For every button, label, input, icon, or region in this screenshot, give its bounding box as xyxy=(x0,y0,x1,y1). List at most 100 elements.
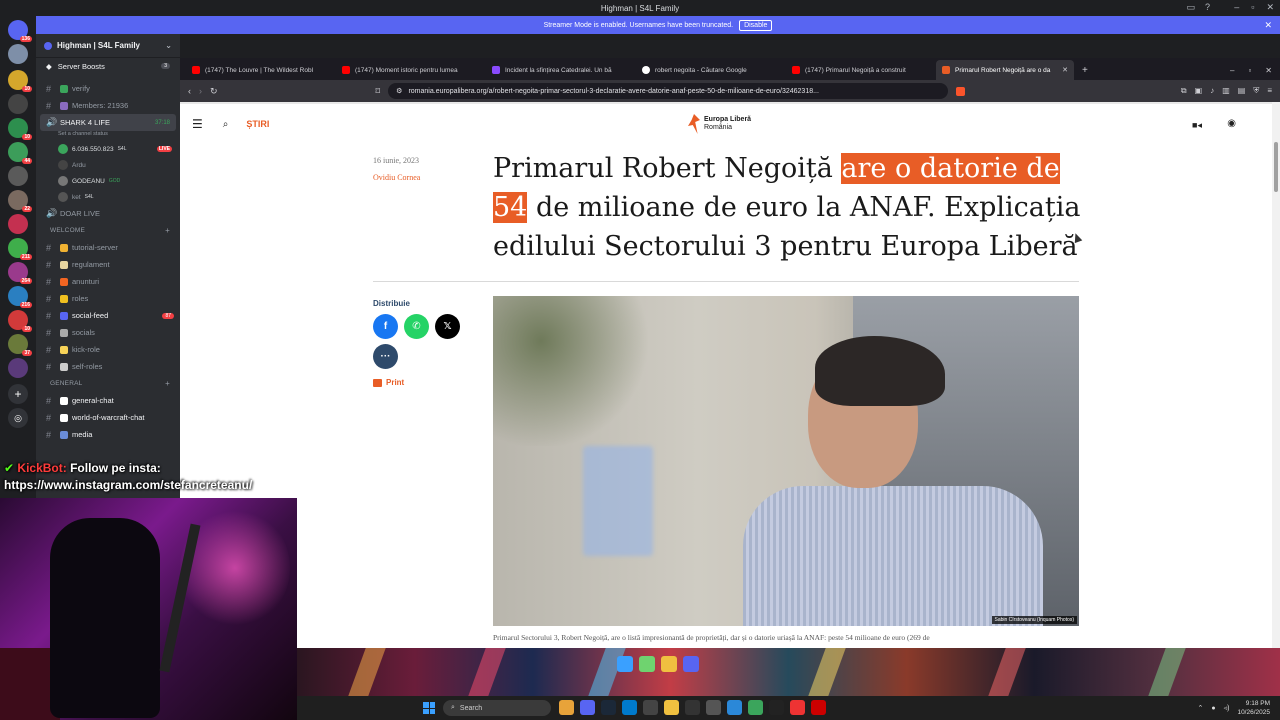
file-explorer-icon[interactable] xyxy=(664,700,679,715)
guild-icon[interactable]: 44 xyxy=(8,142,32,164)
guild-icon[interactable] xyxy=(8,358,28,378)
close-icon[interactable]: ✕ xyxy=(1265,66,1272,75)
channel-roles[interactable]: # roles xyxy=(36,290,180,307)
new-tab-icon[interactable]: + xyxy=(1074,60,1096,80)
site-info-icon[interactable]: ⚙ xyxy=(396,87,402,95)
browser-tab[interactable]: (1747) The Louvre | The Wildest Robl xyxy=(186,60,336,80)
discord-icon[interactable] xyxy=(580,700,595,715)
article-author[interactable]: Ovidiu Cornea xyxy=(373,173,420,182)
clock[interactable]: 9:18 PM 10/26/2025 xyxy=(1237,699,1270,717)
podcast-icon[interactable]: ◉ xyxy=(1227,118,1236,129)
add-server-icon[interactable]: + xyxy=(8,384,28,404)
print-button[interactable]: Print xyxy=(373,378,404,387)
add-channel-icon[interactable]: + xyxy=(165,379,170,388)
guild-icon[interactable] xyxy=(8,94,28,114)
hamburger-menu-icon[interactable]: ☰ xyxy=(192,117,203,131)
xbox-icon[interactable] xyxy=(748,700,763,715)
channel-media[interactable]: # media xyxy=(36,426,180,443)
sidebar-icon[interactable]: ▥ xyxy=(1222,86,1230,96)
voice-user[interactable]: GODEANU GOD xyxy=(36,173,180,189)
music-icon[interactable]: ♪ xyxy=(1210,86,1214,96)
channel-doar-live[interactable]: 🔊 DOAR LIVE xyxy=(36,205,180,222)
browser-tab[interactable]: robert negoita - Căutare Google xyxy=(636,60,786,80)
voice-user[interactable]: 6.036.550.823 S4L LIVE xyxy=(36,141,180,157)
app-icon[interactable] xyxy=(790,700,805,715)
app-icon[interactable] xyxy=(685,700,700,715)
tab-close-icon[interactable]: ✕ xyxy=(1062,66,1068,74)
browser-tab[interactable]: (1747) Primarul Negoiță a construit xyxy=(786,60,936,80)
guild-icon[interactable]: 216 xyxy=(8,286,32,308)
bookmark-icon[interactable]: ⌑ xyxy=(376,86,381,97)
steam-icon[interactable] xyxy=(601,700,616,715)
forward-icon[interactable]: › xyxy=(199,86,202,96)
guild-icon[interactable] xyxy=(8,166,28,186)
taskbar-search[interactable]: ⌕ Search xyxy=(443,700,551,716)
server-boosts[interactable]: ◆ Server Boosts 3 xyxy=(36,58,180,74)
inbox-icon[interactable]: ▭ xyxy=(1186,2,1195,13)
minimize-icon[interactable]: – xyxy=(1230,66,1234,75)
channel-social-feed[interactable]: # social-feed 87 xyxy=(36,307,180,324)
facebook-share-icon[interactable]: f xyxy=(373,314,398,339)
guild-icon[interactable]: 37 xyxy=(8,334,32,356)
mic-icon[interactable]: ● xyxy=(1211,705,1215,712)
app-icon[interactable] xyxy=(811,700,826,715)
disable-streamer-mode-button[interactable]: Disable xyxy=(739,19,773,31)
browser-tab[interactable]: Incident la sfințirea Catedralei. Un bă xyxy=(486,60,636,80)
menu-icon[interactable]: ≡ xyxy=(1267,86,1272,96)
guild-icon[interactable]: 10 xyxy=(8,118,32,140)
maximize-icon[interactable]: ▫ xyxy=(1251,2,1254,13)
close-icon[interactable]: ✕ xyxy=(1266,2,1274,13)
voice-user[interactable]: Ardu xyxy=(36,157,180,173)
address-bar[interactable]: ⚙ romania.europalibera.org/a/robert-nego… xyxy=(388,83,949,99)
extensions-icon[interactable]: ⧉ xyxy=(1181,86,1187,96)
discover-icon[interactable]: ◎ xyxy=(8,408,28,428)
desktop-icon[interactable] xyxy=(639,656,655,672)
channel-socials[interactable]: # socials xyxy=(36,324,180,341)
app-icon[interactable] xyxy=(706,700,721,715)
desktop-icon[interactable] xyxy=(617,656,633,672)
whatsapp-share-icon[interactable]: ✆ xyxy=(404,314,429,339)
vscode-icon[interactable] xyxy=(622,700,637,715)
brave-shields-icon[interactable] xyxy=(956,86,966,96)
desktop-icon[interactable] xyxy=(661,656,677,672)
add-channel-icon[interactable]: + xyxy=(165,226,170,235)
screenshot-icon[interactable]: ▣ xyxy=(1195,86,1203,96)
channel-regulament[interactable]: # regulament xyxy=(36,256,180,273)
guild-icon[interactable]: 211 xyxy=(8,238,32,260)
server-header[interactable]: Highman | S4L Family ⌄ xyxy=(36,34,180,58)
channel-status[interactable]: Set a channel status xyxy=(36,131,180,141)
banner-close-icon[interactable]: ✕ xyxy=(1264,20,1272,31)
channel-verify[interactable]: # verify xyxy=(36,80,180,97)
back-icon[interactable]: ‹ xyxy=(188,86,191,96)
chrome-icon[interactable] xyxy=(559,700,574,715)
channel-anunturi[interactable]: # anunturi xyxy=(36,273,180,290)
channel-general-chat[interactable]: # general-chat xyxy=(36,392,180,409)
channel-members[interactable]: # Members: 21936 xyxy=(36,97,180,114)
app-icon[interactable] xyxy=(643,700,658,715)
nav-stiri[interactable]: ȘTIRI xyxy=(246,119,269,129)
help-icon[interactable]: ? xyxy=(1205,2,1210,13)
minimize-icon[interactable]: – xyxy=(1234,2,1239,13)
channel-tutorial-server[interactable]: # tutorial-server xyxy=(36,239,180,256)
channel-kick-role[interactable]: # kick-role xyxy=(36,341,180,358)
wallet-icon[interactable]: ▤ xyxy=(1238,86,1246,96)
guild-icon[interactable]: 22 xyxy=(8,190,32,212)
guild-icon[interactable] xyxy=(8,214,28,234)
app-icon[interactable] xyxy=(727,700,742,715)
guild-icon[interactable]: 10 xyxy=(8,70,32,92)
guild-icon[interactable]: 10 xyxy=(8,310,32,332)
x-share-icon[interactable]: 𝕏 xyxy=(435,314,460,339)
guild-icon[interactable] xyxy=(8,44,28,64)
more-share-icon[interactable]: ··· xyxy=(373,344,398,369)
guild-icon[interactable]: 264 xyxy=(8,262,32,284)
voice-channel-shark[interactable]: 🔊 SHARK 4 LIFE 37:18 xyxy=(40,114,176,131)
category-general[interactable]: GENERAL + xyxy=(36,375,180,392)
browser-tab[interactable]: (1747) Moment istoric pentru lumea xyxy=(336,60,486,80)
volume-icon[interactable]: ◃) xyxy=(1224,704,1230,712)
site-logo[interactable]: Europa Liberă România xyxy=(688,114,751,134)
voice-user[interactable]: ket S4L xyxy=(36,189,180,205)
channel-wow-chat[interactable]: # world-of-warcraft-chat xyxy=(36,409,180,426)
app-icon[interactable] xyxy=(769,700,784,715)
guild-icon[interactable]: 136 xyxy=(8,20,32,42)
maximize-icon[interactable]: ▫ xyxy=(1248,66,1251,75)
